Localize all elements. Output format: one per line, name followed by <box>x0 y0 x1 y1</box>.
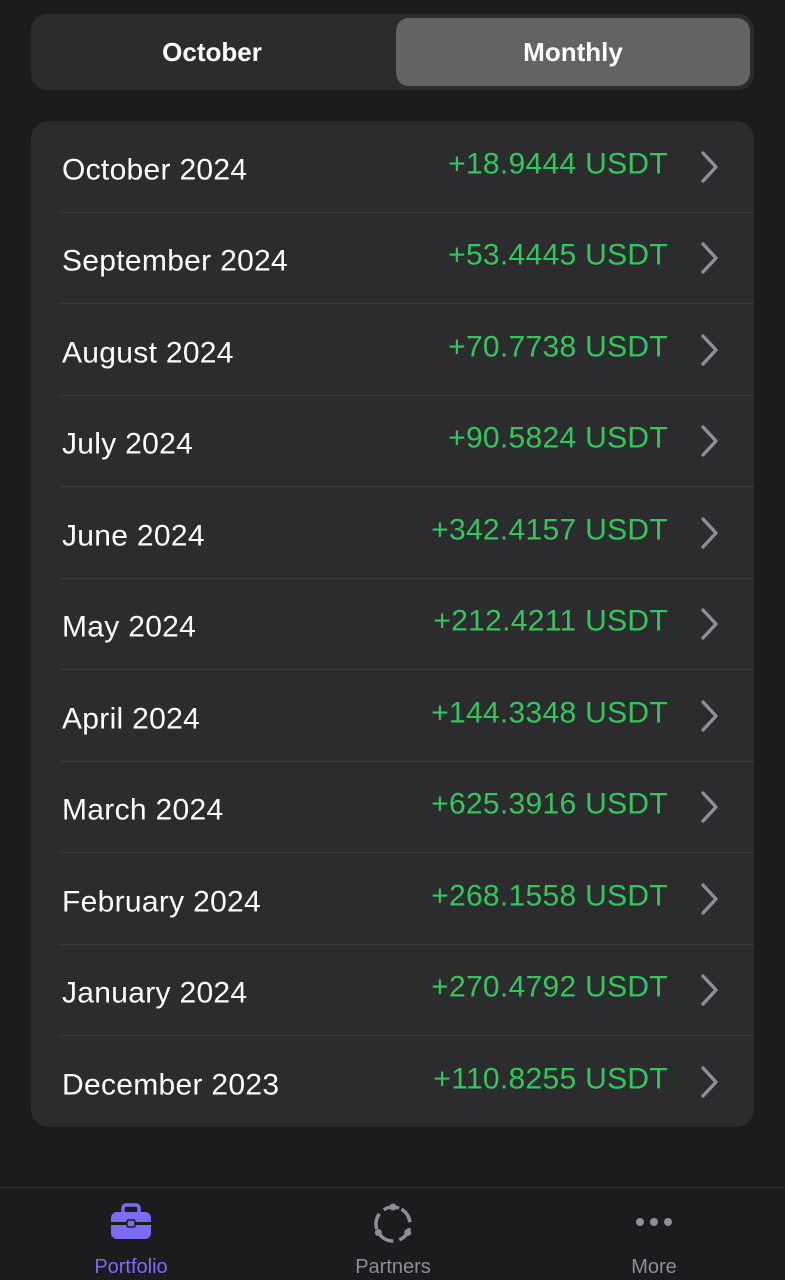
month-label: August 2024 <box>62 336 234 370</box>
segment-october[interactable]: October <box>35 18 389 86</box>
monthly-earnings-list: October 2024 +18.9444 USDT September 202… <box>31 121 754 1127</box>
earnings-value: +53.4445 USDT <box>448 238 668 272</box>
chevron-right-icon <box>701 883 718 915</box>
earnings-value: +342.4157 USDT <box>431 513 668 547</box>
more-dots-icon <box>636 1218 672 1226</box>
earnings-value: +70.7738 USDT <box>448 330 668 364</box>
chevron-right-icon <box>701 700 718 732</box>
chevron-right-icon <box>701 791 718 823</box>
monthly-earnings-screen: October Monthly October 2024 +18.9444 US… <box>0 0 785 1280</box>
chevron-right-icon <box>701 425 718 457</box>
chevron-right-icon <box>701 334 718 366</box>
chevron-right-icon <box>701 1066 718 1098</box>
earnings-value: +625.3916 USDT <box>431 787 668 821</box>
chevron-right-icon <box>701 974 718 1006</box>
month-label: January 2024 <box>62 976 248 1010</box>
month-label: March 2024 <box>62 793 224 827</box>
earnings-value: +144.3348 USDT <box>431 696 668 730</box>
list-item-april-2024[interactable]: April 2024 +144.3348 USDT <box>31 670 754 762</box>
earnings-value: +18.9444 USDT <box>448 147 668 181</box>
earnings-value: +268.1558 USDT <box>431 879 668 913</box>
month-label: February 2024 <box>62 885 262 919</box>
list-item-march-2024[interactable]: March 2024 +625.3916 USDT <box>31 762 754 853</box>
month-label: December 2023 <box>62 1068 280 1102</box>
partners-circle-icon <box>374 1203 412 1243</box>
earnings-value: +90.5824 USDT <box>448 421 668 455</box>
month-label: May 2024 <box>62 610 197 644</box>
list-item-september-2024[interactable]: September 2024 +53.4445 USDT <box>31 213 754 304</box>
month-label: October 2024 <box>62 153 248 187</box>
tab-label: More <box>631 1256 677 1278</box>
list-item-february-2024[interactable]: February 2024 +268.1558 USDT <box>31 853 754 945</box>
list-item-august-2024[interactable]: August 2024 +70.7738 USDT <box>31 304 754 396</box>
segment-monthly[interactable]: Monthly <box>396 18 750 86</box>
list-item-may-2024[interactable]: May 2024 +212.4211 USDT <box>31 579 754 670</box>
bottom-tab-bar: Portfolio Partners More <box>0 1187 785 1280</box>
chevron-right-icon <box>701 242 718 274</box>
list-item-july-2024[interactable]: July 2024 +90.5824 USDT <box>31 396 754 487</box>
month-label: April 2024 <box>62 702 201 736</box>
month-label: June 2024 <box>62 519 205 553</box>
tab-partners[interactable]: Partners <box>293 1188 493 1280</box>
tab-label: Partners <box>355 1256 431 1278</box>
list-item-january-2024[interactable]: January 2024 +270.4792 USDT <box>31 945 754 1036</box>
period-segmented-control: October Monthly <box>31 14 754 90</box>
list-item-december-2023[interactable]: December 2023 +110.8255 USDT <box>31 1036 754 1127</box>
chevron-right-icon <box>701 608 718 640</box>
tab-portfolio[interactable]: Portfolio <box>31 1188 231 1280</box>
earnings-value: +212.4211 USDT <box>433 604 668 638</box>
list-item-october-2024[interactable]: October 2024 +18.9444 USDT <box>31 121 754 213</box>
earnings-value: +110.8255 USDT <box>433 1062 668 1096</box>
tab-more[interactable]: More <box>554 1188 754 1280</box>
chevron-right-icon <box>701 151 718 183</box>
month-label: July 2024 <box>62 427 194 461</box>
tab-label: Portfolio <box>94 1256 168 1278</box>
briefcase-icon <box>111 1203 151 1239</box>
earnings-value: +270.4792 USDT <box>431 970 668 1004</box>
month-label: September 2024 <box>62 244 289 278</box>
list-item-june-2024[interactable]: June 2024 +342.4157 USDT <box>31 487 754 579</box>
chevron-right-icon <box>701 517 718 549</box>
